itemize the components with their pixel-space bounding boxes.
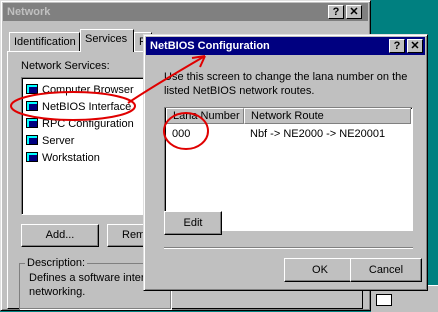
tab-services[interactable]: Services [80,29,134,52]
network-help-button[interactable]: ? [328,5,344,19]
table-row[interactable]: 000 Nbf -> NE2000 -> NE20001 [166,126,411,142]
list-item[interactable]: Workstation [26,150,100,166]
cancel-button[interactable]: Cancel [350,258,422,282]
computer-icon [26,152,38,162]
list-item[interactable]: NetBIOS Interface [26,99,131,115]
description-line2: networking. [29,286,86,298]
small-icon [376,294,392,306]
services-label: Network Services: [21,60,110,72]
edit-button[interactable]: Edit [164,211,222,235]
dialog-separator [164,247,413,249]
netbios-description-line2: listed NetBIOS network routes. [164,85,315,97]
lana-number-cell: 000 [172,128,191,140]
network-titlebar: Network [3,3,368,21]
netbios-titlebar: NetBIOS Configuration [146,37,425,55]
list-item[interactable]: Computer Browser [26,82,134,98]
tab-identification[interactable]: Identification [9,32,80,52]
description-line1: Defines a software interf [29,272,148,284]
netbios-title: NetBIOS Configuration [150,40,270,52]
computer-icon [26,118,38,128]
description-label: Description: [25,257,88,269]
netbios-close-button[interactable]: ✕ [407,39,423,53]
computer-icon [26,84,38,94]
computer-icon [26,135,38,145]
network-close-button[interactable]: ✕ [346,5,362,19]
list-item[interactable]: RPC Configuration [26,116,134,132]
netbios-help-button[interactable]: ? [389,39,405,53]
netbios-description-line1: Use this screen to change the lana numbe… [164,71,408,83]
ok-button[interactable]: OK [284,258,356,282]
list-item[interactable]: Server [26,133,74,149]
network-route-cell: Nbf -> NE2000 -> NE20001 [250,128,386,140]
computer-icon [26,101,38,111]
column-header-route[interactable]: Network Route [244,108,411,124]
column-header-lana[interactable]: Lana Number [166,108,244,124]
netbios-dialog: NetBIOS Configuration ? ✕ Use this scree… [143,34,428,291]
add-button[interactable]: Add... [21,224,99,247]
network-title: Network [7,6,51,18]
